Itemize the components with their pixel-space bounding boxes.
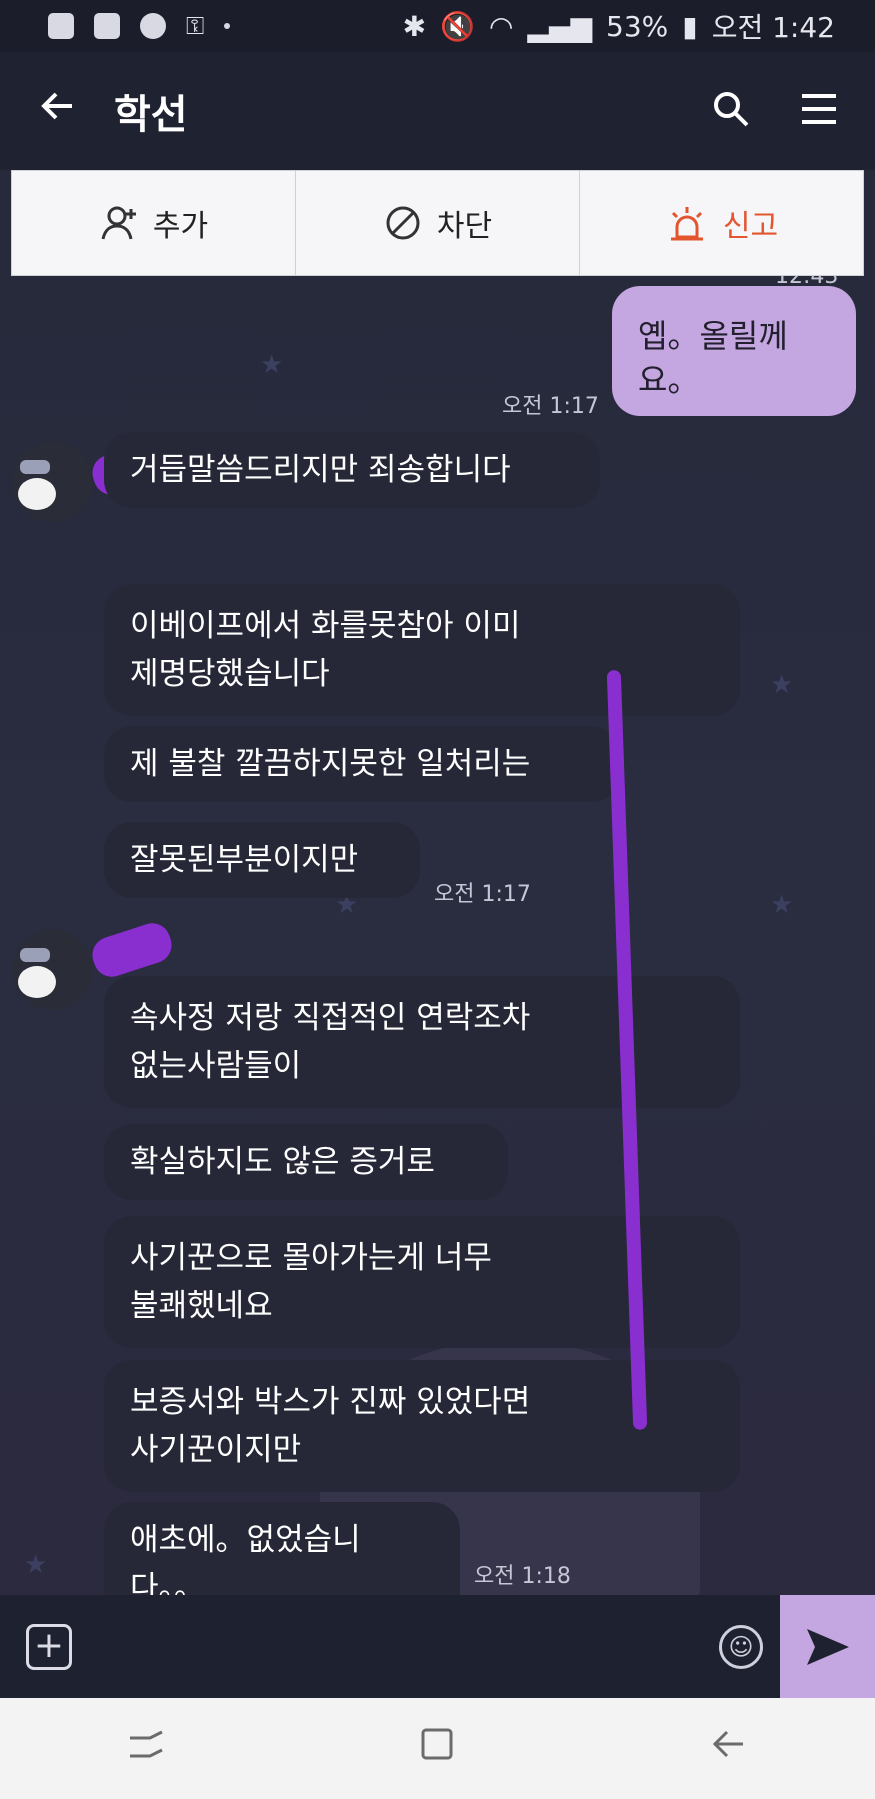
bluetooth-icon: ✱ [402,9,427,43]
header-actions [711,89,839,133]
avatar-face [18,478,56,510]
app-notification-icon [48,13,74,39]
block-icon [386,206,420,240]
report-button[interactable]: 신고 [580,171,863,275]
background-star: ★ [260,350,284,380]
avatar-face [18,966,56,998]
background-star: ★ [770,670,794,700]
avatar-hat [20,460,50,474]
add-friend-label: 추가 [152,209,209,244]
message-bubble[interactable]: 사기꾼으로 몰아가는게 너무 불쾌했네요 [104,1216,740,1348]
system-nav-bar [0,1698,875,1799]
back-arrow-icon[interactable] [38,86,98,137]
nav-back-icon[interactable] [709,1724,749,1773]
signal-icon: ▂▄▆ [527,9,593,43]
music-notification-icon [140,13,166,39]
more-notifications-icon [224,23,231,29]
message-time: 오전 1:18 [474,1564,571,1589]
friend-action-bar: 추가 차단 신고 [11,170,864,276]
status-icons-left: ⚿ [48,12,231,40]
background-star: ★ [24,1550,48,1580]
status-icons-right: ✱ 🔇 ◠ ▂▄▆ 53% ▮ 오전 1:42 [403,6,835,46]
my-message-bubble[interactable]: 옙。올릴께요。 [612,286,856,416]
message-bubble[interactable]: 확실하지도 않은 증거로 [104,1124,508,1200]
status-bar: ⚿ ✱ 🔇 ◠ ▂▄▆ 53% ▮ 오전 1:42 [0,0,875,52]
chat-header: 학선 [0,52,875,170]
avatar[interactable] [12,442,92,522]
block-button[interactable]: 차단 [296,171,580,275]
message-bubble[interactable]: 잘못된부분이지만 [104,822,420,898]
report-label: 신고 [722,209,779,244]
smile-icon[interactable]: ☺ [719,1625,763,1669]
redaction-scribble [87,918,177,982]
plus-box-icon[interactable]: + [26,1623,72,1670]
message-bubble[interactable]: 속사정 저랑 직접적인 연락조차 없는사람들이 [104,976,740,1108]
send-button[interactable] [780,1595,875,1698]
message-bubble[interactable]: 제 불찰 깔끔하지못한 일처리는 [104,726,620,802]
person-add-icon [101,206,136,240]
message-bubble[interactable]: 거듭말씀드리지만 죄송합니다 [104,432,600,508]
add-friend-button[interactable]: 추가 [12,171,296,275]
chat-area[interactable]: ★ ★ ★ ★ ★ 오전 12:43 추가 차단 신고 옙。올릴께요。 오전 1… [0,170,875,1595]
avatar-hat [20,948,50,962]
message-time: 오전 1:17 [502,394,599,419]
chat-title: 학선 [114,92,188,138]
search-icon[interactable] [711,89,751,133]
background-star: ★ [770,890,794,920]
avatar[interactable] [12,930,92,1010]
battery-percent: 53% [606,9,669,43]
key-icon: ⚿ [186,12,205,40]
home-icon[interactable] [417,1724,457,1773]
hamburger-menu-icon[interactable] [799,89,839,133]
message-bubble[interactable]: 애초에。없었습니다。。 [104,1502,460,1595]
recent-apps-icon[interactable] [126,1724,166,1773]
mute-icon: 🔇 [440,9,475,43]
siren-icon [670,207,703,241]
gallery-notification-icon [94,13,120,39]
clock: 오전 1:42 [711,11,835,44]
wifi-icon: ◠ [488,9,514,43]
message-bubble[interactable]: 이베이프에서 화를못참아 이미 제명당했습니다 [104,584,740,716]
message-time: 오전 1:17 [434,882,531,907]
send-icon [806,1628,849,1665]
message-input-bar: + ☺ [0,1595,875,1698]
block-label: 차단 [436,209,493,244]
battery-icon: ▮ [682,9,698,43]
